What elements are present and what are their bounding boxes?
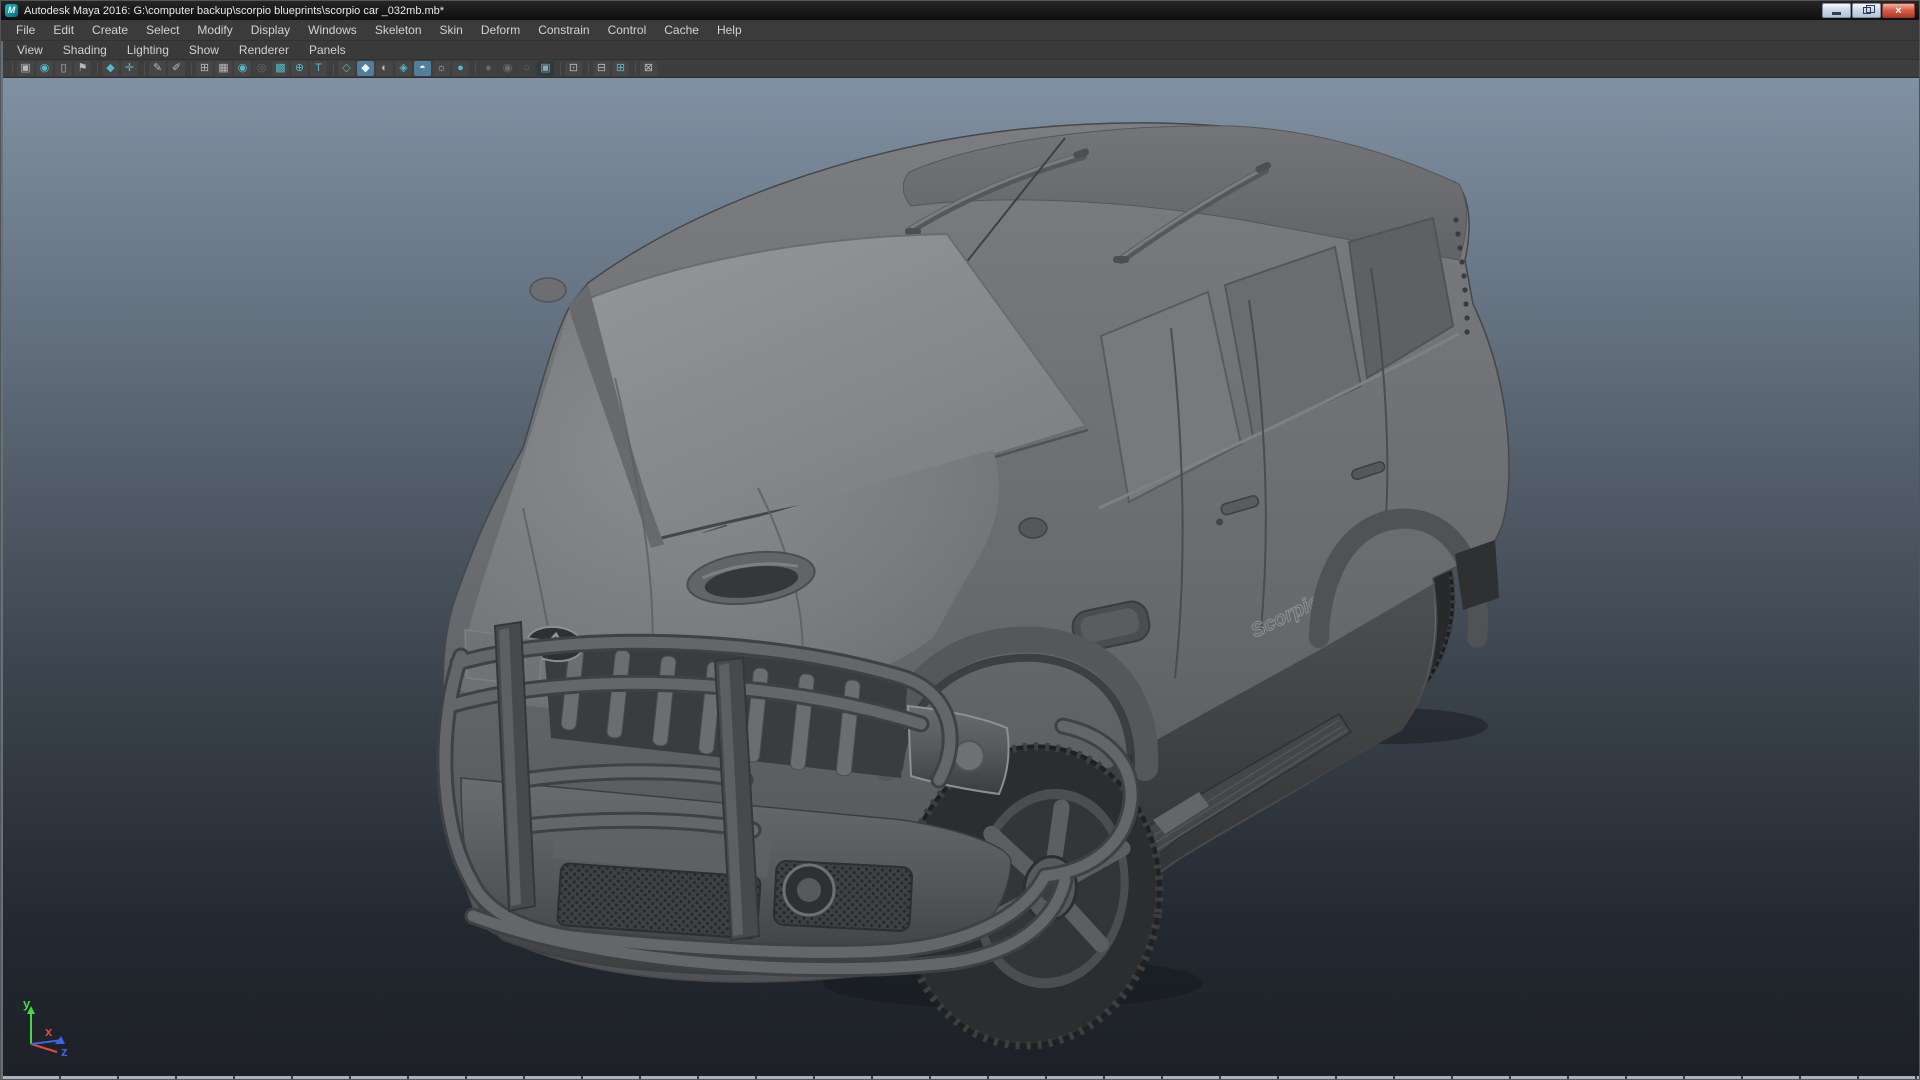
camera-attributes-icon[interactable]: ▯	[55, 61, 72, 76]
restore-icon	[1863, 7, 1871, 14]
lock-camera-icon[interactable]: ◉	[36, 61, 53, 76]
time-slider-edge[interactable]	[3, 1076, 1919, 1080]
svg-text:y: y	[23, 996, 31, 1011]
scorpio-car-model[interactable]: Scorpio	[3, 78, 1920, 1076]
toolbar-separator	[144, 62, 145, 75]
window-controls: ×	[1822, 3, 1915, 18]
xray-active-components-icon[interactable]: ⊞	[612, 61, 629, 76]
menu-modify[interactable]: Modify	[188, 23, 241, 37]
toolbar-separator	[560, 62, 561, 75]
toolbar-separator	[12, 62, 13, 75]
headlight-lens	[954, 741, 984, 771]
motion-blur-icon[interactable]: ◉	[499, 61, 516, 76]
viewport-3d[interactable]: Scorpio	[3, 78, 1919, 1076]
multisample-aa-icon[interactable]: ○	[518, 61, 535, 76]
wireframe-on-shaded-icon[interactable]: ◓	[414, 61, 431, 76]
exposure-contrast-icon[interactable]: ⊠	[640, 61, 657, 76]
svg-text:z: z	[61, 1044, 68, 1059]
depth-of-field-icon[interactable]: ▣	[537, 61, 554, 76]
toolbar-separator	[191, 62, 192, 75]
menu-skeleton[interactable]: Skeleton	[366, 23, 431, 37]
menu-display[interactable]: Display	[242, 23, 299, 37]
two-d-pan-zoom-icon[interactable]: ✛	[121, 61, 138, 76]
panel-menu-lighting[interactable]: Lighting	[117, 43, 179, 57]
panel-toolbar: ▣◉▯⚑◆✛✎✐⊞▦◉◎▩⊕T◇◆◐◈◓☼●●◉○▣⊡⊟⊞⊠	[3, 60, 1919, 78]
field-chart-icon[interactable]: ▩	[272, 61, 289, 76]
bookmarks-icon[interactable]: ⚑	[74, 61, 91, 76]
menu-file[interactable]: File	[7, 23, 44, 37]
safe-title-icon[interactable]: T	[310, 61, 327, 76]
panel-menu-show[interactable]: Show	[179, 43, 229, 57]
textured-icon[interactable]: ◐	[376, 61, 393, 76]
axis-gizmo: y x z	[23, 996, 68, 1059]
grid-icon[interactable]: ⊞	[196, 61, 213, 76]
smooth-shade-all-icon[interactable]: ◆	[357, 61, 374, 76]
main-menu-bar: FileEditCreateSelectModifyDisplayWindows…	[1, 20, 1919, 41]
all-lights-icon[interactable]: ☼	[433, 61, 450, 76]
resolution-gate-icon[interactable]: ◉	[234, 61, 251, 76]
isolate-select-icon[interactable]: ⊡	[565, 61, 582, 76]
title-bar[interactable]: M Autodesk Maya 2016: G:\computer backup…	[1, 1, 1919, 20]
panel-menu-shading[interactable]: Shading	[53, 43, 117, 57]
xray-icon[interactable]: ⊟	[593, 61, 610, 76]
grease-pencil-frames-icon[interactable]: ✐	[168, 61, 185, 76]
gate-mask-icon[interactable]: ◎	[253, 61, 270, 76]
menu-select[interactable]: Select	[137, 23, 188, 37]
maya-app-icon: M	[5, 4, 18, 17]
maya-window: M Autodesk Maya 2016: G:\computer backup…	[0, 0, 1920, 1080]
image-plane-icon[interactable]: ◆	[102, 61, 119, 76]
menu-help[interactable]: Help	[708, 23, 751, 37]
toolbar-separator	[635, 62, 636, 75]
side-indicator	[1019, 518, 1047, 538]
close-button[interactable]: ×	[1882, 3, 1915, 18]
use-default-material-icon[interactable]: ◈	[395, 61, 412, 76]
menu-deform[interactable]: Deform	[472, 23, 529, 37]
toolbar-separator	[97, 62, 98, 75]
restore-button[interactable]	[1852, 3, 1881, 18]
toolbar-separator	[333, 62, 334, 75]
menu-create[interactable]: Create	[83, 23, 137, 37]
shadows-icon[interactable]: ●	[452, 61, 469, 76]
menu-edit[interactable]: Edit	[44, 23, 83, 37]
panel-menu-renderer[interactable]: Renderer	[229, 43, 299, 57]
svg-text:x: x	[45, 1024, 53, 1039]
close-icon: ×	[1895, 5, 1901, 17]
menu-cache[interactable]: Cache	[655, 23, 708, 37]
toolbar-separator	[475, 62, 476, 75]
safe-action-icon[interactable]: ⊕	[291, 61, 308, 76]
menu-windows[interactable]: Windows	[299, 23, 366, 37]
minimize-icon	[1832, 12, 1841, 15]
menu-control[interactable]: Control	[599, 23, 656, 37]
film-gate-icon[interactable]: ▦	[215, 61, 232, 76]
select-camera-icon[interactable]: ▣	[17, 61, 34, 76]
viewport-panel: ViewShadingLightingShowRendererPanels ▣◉…	[1, 41, 1919, 1080]
occlusion-icon[interactable]: ●	[480, 61, 497, 76]
window-title: Autodesk Maya 2016: G:\computer backup\s…	[24, 5, 444, 17]
left-mirror	[530, 278, 566, 302]
panel-menu-view[interactable]: View	[7, 43, 53, 57]
grease-pencil-icon[interactable]: ✎	[149, 61, 166, 76]
menu-constrain[interactable]: Constrain	[529, 23, 598, 37]
menu-skin[interactable]: Skin	[431, 23, 472, 37]
minimize-button[interactable]	[1822, 3, 1851, 18]
toolbar-separator	[588, 62, 589, 75]
wireframe-icon[interactable]: ◇	[338, 61, 355, 76]
panel-menu-bar: ViewShadingLightingShowRendererPanels	[3, 41, 1919, 60]
panel-menu-panels[interactable]: Panels	[299, 43, 356, 57]
